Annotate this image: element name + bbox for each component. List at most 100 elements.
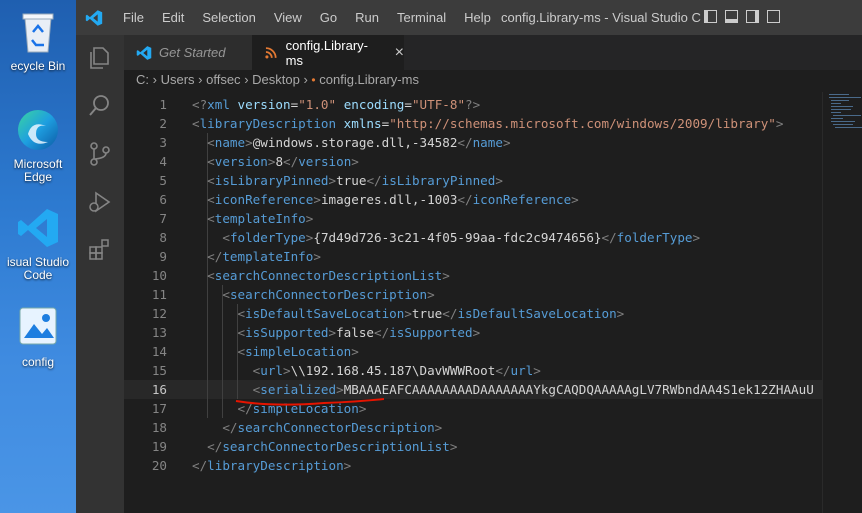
code-line[interactable]: 7 <templateInfo> [124,209,822,228]
red-underline-annotation [235,398,385,406]
customize-layout-icon[interactable] [767,10,780,23]
code-line[interactable]: 1 <?xml version="1.0" encoding="UTF-8"?> [124,95,822,114]
menu-file[interactable]: File [114,10,153,25]
code-line[interactable]: 8 <folderType>{7d49d726-3c21-4f05-99aa-f… [124,228,822,247]
code-text: </searchConnectorDescription> [222,420,443,435]
close-icon[interactable]: × [395,44,404,62]
menu-help[interactable]: Help [455,10,500,25]
code-line[interactable]: 17 </simpleLocation> [124,399,822,418]
code-line[interactable]: 12 <isDefaultSaveLocation>true</isDefaul… [124,304,822,323]
menu-view[interactable]: View [265,10,311,25]
toggle-primary-sidebar-icon[interactable] [704,10,717,23]
line-number: 10 [151,268,167,283]
code-text: <searchConnectorDescription> [222,287,435,302]
breadcrumb: C: › Users › offsec › Desktop › • config… [136,70,419,92]
desktop: ecycle Bin Microsoft Edge isual Studio C… [0,0,76,513]
rss-feed-icon [265,46,277,58]
line-number: 17 [151,401,167,416]
menu-go[interactable]: Go [311,10,346,25]
menu-selection[interactable]: Selection [193,10,264,25]
code-line[interactable]: 16 <serialized>MBAAAEAFCAAAAAAAADAAAAAAA… [124,380,822,399]
breadcrumb-file[interactable]: config.Library-ms [319,72,419,87]
code-line[interactable]: 10 <searchConnectorDescriptionList> [124,266,822,285]
line-number: 16 [151,382,167,397]
line-number: 1 [159,97,167,112]
code-text: <searchConnectorDescriptionList> [207,268,450,283]
desktop-icon-label: Microsoft Edge [13,157,63,184]
code-line[interactable]: 11 <searchConnectorDescription> [124,285,822,304]
line-number: 8 [159,230,167,245]
code-text: <simpleLocation> [237,344,359,359]
code-line[interactable]: 3 <name>@windows.storage.dll,-34582</nam… [124,133,822,152]
title-bar: File Edit Selection View Go Run Terminal… [76,0,862,35]
line-number: 4 [159,154,167,169]
code-text: <isLibraryPinned>true</isLibraryPinned> [207,173,503,188]
run-debug-icon[interactable] [87,189,113,215]
line-number: 2 [159,116,167,131]
tab-get-started[interactable]: Get Started [124,35,252,70]
code-line[interactable]: 6 <iconReference>imageres.dll,-1003</ico… [124,190,822,209]
minimap[interactable] [822,92,862,513]
search-icon[interactable] [87,93,113,119]
vscode-icon [18,209,58,247]
code-text: </templateInfo> [207,249,321,264]
activity-bar [76,35,124,513]
desktop-icon-recycle-bin[interactable]: ecycle Bin [0,10,76,73]
line-number: 14 [151,344,167,359]
menu-edit[interactable]: Edit [153,10,193,25]
desktop-icon-vscode[interactable]: isual Studio Code [0,206,76,282]
code-editor[interactable]: 1 <?xml version="1.0" encoding="UTF-8"?> 2… [124,92,822,513]
tab-label: config.Library-ms [285,37,368,68]
vscode-tab-icon [136,45,152,60]
layout-controls [704,10,780,23]
code-text: <templateInfo> [207,211,314,226]
code-line[interactable]: 15 <url>\\192.168.45.187\DavWWWRoot</url… [124,361,822,380]
recycle-bin-icon [22,13,54,53]
code-text: <version>8</version> [207,154,359,169]
line-number: 12 [151,306,167,321]
code-text: <libraryDescription xmlns="http://schema… [192,116,784,131]
breadcrumb-users[interactable]: Users [161,72,195,87]
desktop-icon-label: isual Studio Code [6,255,70,282]
desktop-icon-label: ecycle Bin [10,59,66,73]
code-line[interactable]: 14 <simpleLocation> [124,342,822,361]
line-number: 18 [151,420,167,435]
chevron-right-icon: › [244,72,253,87]
code-text: <isSupported>false</isSupported> [237,325,481,340]
code-line[interactable]: 9 </templateInfo> [124,247,822,266]
breadcrumb-drive[interactable]: C: [136,72,149,87]
source-control-icon[interactable] [87,141,113,167]
code-line[interactable]: 4 <version>8</version> [124,152,822,171]
code-text: <folderType>{7d49d726-3c21-4f05-99aa-fdc… [222,230,701,245]
breadcrumb-offsec[interactable]: offsec [206,72,240,87]
code-text: <isDefaultSaveLocation>true</isDefaultSa… [237,306,625,321]
extensions-icon[interactable] [87,237,113,263]
code-line[interactable]: 20 </libraryDescription> [124,456,822,475]
code-text: <url>\\192.168.45.187\DavWWWRoot</url> [252,363,541,378]
toggle-secondary-sidebar-icon[interactable] [746,10,759,23]
minimap-preview [829,94,862,128]
code-line[interactable]: 5 <isLibraryPinned>true</isLibraryPinned… [124,171,822,190]
code-line[interactable]: 13 <isSupported>false</isSupported> [124,323,822,342]
toggle-panel-icon[interactable] [725,10,738,23]
config-file-icon [19,307,57,345]
desktop-icon-label: config [21,355,55,369]
desktop-icon-config[interactable]: config [0,306,76,369]
code-text: <iconReference>imageres.dll,-1003</iconR… [207,192,579,207]
code-line[interactable]: 2 <libraryDescription xmlns="http://schem… [124,114,822,133]
code-line[interactable]: 18 </searchConnectorDescription> [124,418,822,437]
desktop-icon-edge[interactable]: Microsoft Edge [0,108,76,184]
rss-feed-icon: • [311,73,316,87]
window-title: config.Library-ms - Visual Studio C... [501,10,701,25]
tab-config-library-ms[interactable]: config.Library-ms × [252,35,404,70]
explorer-icon[interactable] [87,45,113,71]
line-number: 13 [151,325,167,340]
code-line[interactable]: 19 </searchConnectorDescriptionList> [124,437,822,456]
code-text: </searchConnectorDescriptionList> [207,439,458,454]
menu-terminal[interactable]: Terminal [388,10,455,25]
vscode-logo-icon [85,10,103,26]
menu-run[interactable]: Run [346,10,388,25]
breadcrumb-desktop[interactable]: Desktop [252,72,300,87]
vscode-window: File Edit Selection View Go Run Terminal… [76,0,862,513]
code-text: <?xml version="1.0" encoding="UTF-8"?> [192,97,481,112]
